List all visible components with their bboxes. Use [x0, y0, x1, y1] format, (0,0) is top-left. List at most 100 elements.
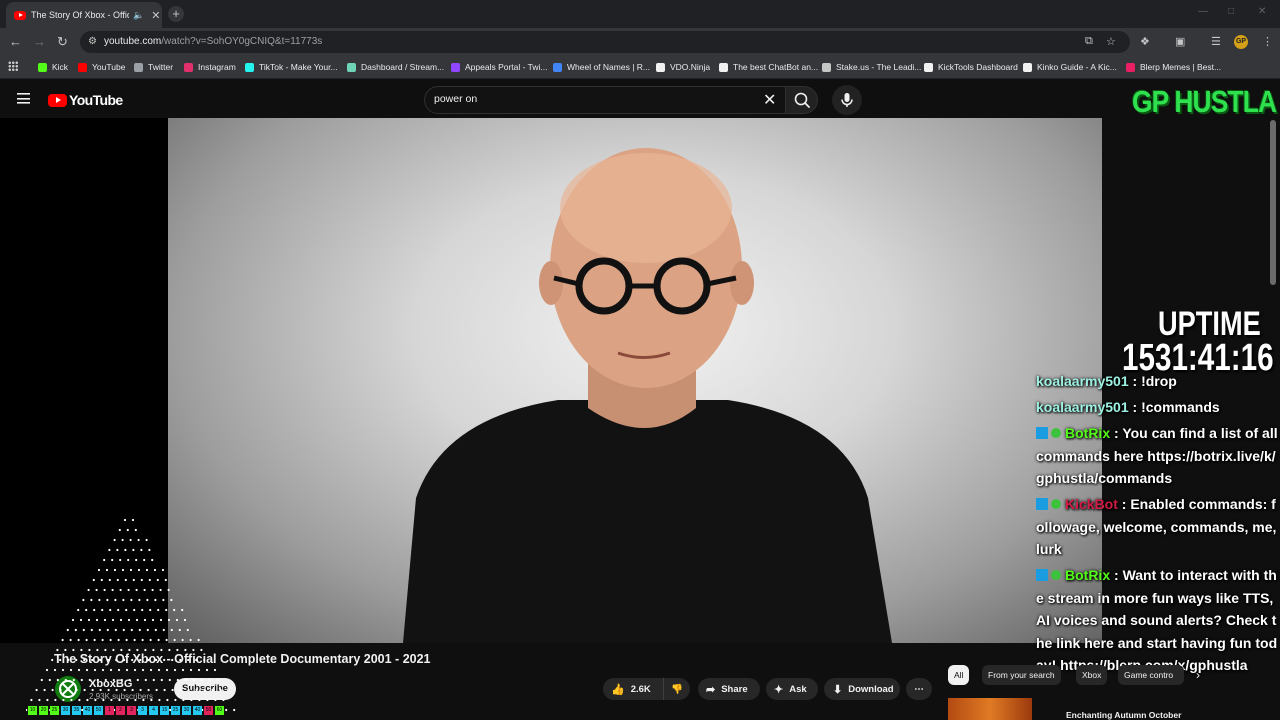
- decor-dot: [117, 608, 120, 612]
- media-controls-icon[interactable]: ☰: [1211, 35, 1221, 48]
- decor-dot: [152, 678, 155, 682]
- bookmark-appeals-portal[interactable]: Appeals Portal - Twi...: [451, 61, 548, 73]
- bookmark-tiktok[interactable]: TikTok - Make Your...: [245, 61, 338, 73]
- decor-dot: [131, 658, 134, 662]
- decor-dot: [152, 648, 155, 652]
- bookmark-wheel-of-names[interactable]: Wheel of Names | R...: [553, 61, 650, 73]
- decor-dot: [106, 628, 109, 632]
- speaker-icon[interactable]: 🔈: [133, 10, 144, 21]
- decor-dot: [93, 668, 97, 672]
- decor-dot: [127, 558, 130, 562]
- bookmark-label: The best ChatBot an...: [733, 62, 819, 72]
- decor-dot: [136, 678, 139, 682]
- decor-dot: [181, 608, 184, 612]
- dotted-triangle-overlay: [26, 518, 236, 712]
- forward-icon[interactable]: →: [33, 34, 46, 49]
- bookmark-label: Stake.us - The Leadi...: [836, 62, 922, 72]
- decor-dot: [157, 668, 161, 672]
- bookmark-twitter[interactable]: Twitter: [134, 61, 173, 73]
- twitter-x-icon: [134, 62, 143, 72]
- decor-dot: [151, 618, 155, 622]
- bookmark-kicktools[interactable]: KickTools Dashboard: [924, 61, 1018, 73]
- download-button[interactable]: ⬇ Download: [824, 678, 900, 700]
- search-input[interactable]: [434, 93, 754, 105]
- page-scrollbar[interactable]: [1270, 120, 1276, 285]
- like-count: 2.6K: [630, 683, 651, 695]
- bookmark-dashboard[interactable]: Dashboard / Stream...: [347, 61, 444, 73]
- chrome-menu-icon[interactable]: ⋮: [1262, 35, 1273, 48]
- decor-dot: [130, 598, 133, 602]
- decor-dot: [146, 598, 149, 602]
- bookmark-kinko-guide[interactable]: Kinko Guide - A Kic...: [1023, 61, 1117, 73]
- chip-xbox[interactable]: Xbox: [1076, 665, 1108, 685]
- tiktok-icon: [245, 62, 254, 72]
- decor-dot: [176, 678, 179, 682]
- decor-dot: [38, 698, 41, 702]
- clear-search-icon[interactable]: ✕: [763, 90, 776, 110]
- bookmark-youtube[interactable]: YouTube: [78, 61, 125, 73]
- decor-dot: [122, 598, 125, 602]
- decor-dot: [158, 698, 161, 702]
- hamburger-menu-icon[interactable]: [17, 93, 30, 104]
- blerp-icon: [1126, 62, 1135, 72]
- decor-dot: [130, 628, 133, 632]
- tab-close-icon[interactable]: ✕: [151, 9, 160, 22]
- chip-game-controllers[interactable]: Game contro: [1118, 665, 1184, 685]
- decor-dot: [162, 628, 165, 632]
- search-button[interactable]: [786, 86, 818, 114]
- decor-dot: [184, 648, 187, 652]
- chat-username: BotRix: [1065, 425, 1111, 441]
- bookmark-star-icon[interactable]: ☆: [1106, 35, 1116, 48]
- reload-icon[interactable]: ↻: [57, 34, 68, 50]
- youtube-logo[interactable]: YouTube: [48, 92, 123, 108]
- decor-dot: [208, 678, 211, 682]
- bookmark-blerp[interactable]: Blerp Memes | Best...: [1126, 61, 1221, 73]
- like-button[interactable]: 👍 2.6K: [603, 678, 671, 700]
- chip-all[interactable]: All: [948, 665, 970, 685]
- recommended-title[interactable]: Enchanting Autumn October: [1066, 710, 1181, 720]
- chips-next-icon[interactable]: ›: [1196, 668, 1200, 682]
- decor-dot: [40, 678, 43, 682]
- decor-dot: [95, 618, 99, 622]
- bookmark-chatbot[interactable]: The best ChatBot an...: [719, 61, 818, 73]
- url-text[interactable]: youtube.com/watch?v=SohOY0gCNIQ&t=11773s: [104, 36, 322, 47]
- window-close-icon[interactable]: ✕: [1258, 6, 1266, 17]
- kicktools-icon: [924, 62, 933, 72]
- decor-dot: [107, 688, 110, 692]
- stake-icon: [822, 62, 831, 72]
- bookmark-vdo-ninja[interactable]: VDO.Ninja: [656, 61, 710, 73]
- decor-dot: [140, 548, 143, 552]
- new-tab-button[interactable]: +: [168, 6, 184, 22]
- download-icon: ⬇: [833, 683, 843, 696]
- cast-icon[interactable]: ▣: [1175, 35, 1185, 48]
- decor-dot: [192, 648, 195, 652]
- site-info-icon[interactable]: ⚙: [88, 36, 97, 47]
- stream-brand-overlay: GP HUSTLA: [1132, 84, 1277, 119]
- decor-dot: [195, 658, 198, 662]
- profile-avatar[interactable]: GP: [1234, 35, 1248, 49]
- bot-badge-icon: [1036, 427, 1048, 439]
- ask-button[interactable]: ✦ Ask: [766, 678, 818, 700]
- minimize-icon[interactable]: —: [1198, 6, 1208, 17]
- share-button[interactable]: ➦ Share: [698, 678, 760, 700]
- apps-grid-icon[interactable]: [8, 61, 18, 71]
- back-icon[interactable]: ←: [9, 34, 22, 49]
- extensions-icon[interactable]: ❖: [1140, 35, 1150, 48]
- recommended-thumbnail[interactable]: [948, 698, 1032, 720]
- verified-icon: [1051, 428, 1061, 438]
- bookmark-instagram[interactable]: Instagram: [184, 61, 236, 73]
- browser-tab-active[interactable]: The Story Of Xbox - Official Complete Do…: [6, 2, 162, 28]
- decor-dot: [144, 648, 147, 652]
- voice-search-button[interactable]: [832, 85, 862, 115]
- maximize-icon[interactable]: □: [1228, 6, 1234, 17]
- chat-username: KickBot: [1065, 496, 1118, 512]
- bookmark-kick[interactable]: Kick: [38, 61, 68, 73]
- chip-from-your-search[interactable]: From your search: [982, 665, 1061, 685]
- bookmark-label: Appeals Portal - Twi...: [465, 62, 548, 72]
- install-app-icon[interactable]: ⧉: [1085, 35, 1093, 48]
- bookmark-stake[interactable]: Stake.us - The Leadi...: [822, 61, 921, 73]
- dislike-button[interactable]: 👎: [663, 678, 690, 700]
- more-actions-button[interactable]: ⋯: [906, 678, 932, 700]
- decor-dot: [128, 678, 131, 682]
- decor-dot: [148, 548, 151, 552]
